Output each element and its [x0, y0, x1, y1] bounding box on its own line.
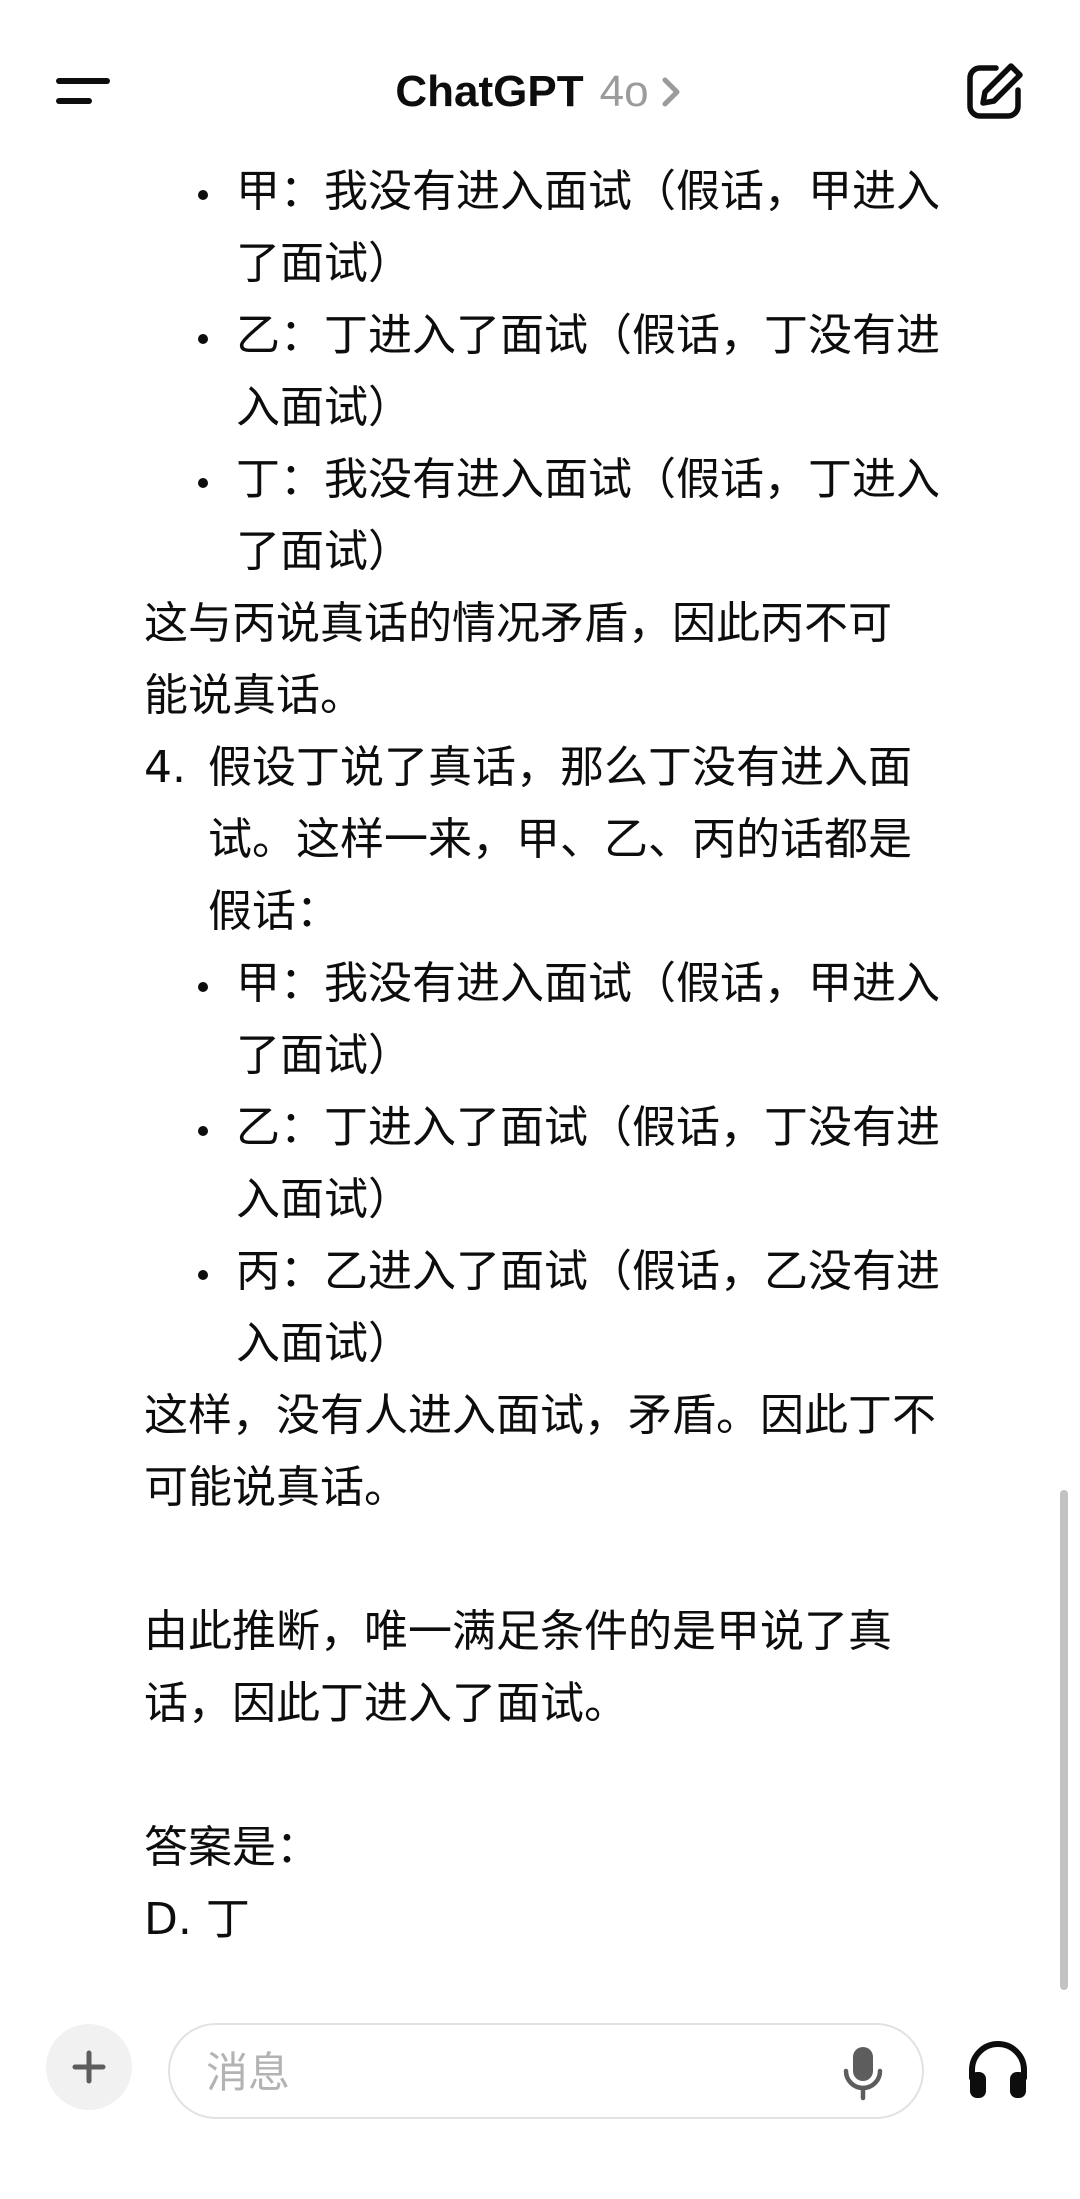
- message-line: 甲：我没有进入面试（假话，甲进入: [236, 958, 940, 1009]
- plus-icon: [72, 2050, 106, 2084]
- chevron-right-icon: [662, 77, 680, 107]
- message-line: 这与丙说真话的情况矛盾，因此丙不可: [144, 598, 892, 649]
- message-line: 能说真话。: [144, 670, 364, 721]
- message-line: 了面试）: [236, 238, 412, 289]
- message-line: 话，因此丁进入了面试。: [144, 1678, 628, 1729]
- bullet: [198, 334, 208, 344]
- compose-icon[interactable]: [964, 60, 1026, 122]
- scrollbar[interactable]: [1060, 1490, 1068, 1990]
- add-attachment-button[interactable]: [46, 2024, 132, 2110]
- message-line: 假话：: [208, 886, 340, 937]
- answer-line: D. 丁: [144, 1894, 250, 1945]
- message-line: 乙：丁进入了面试（假话，丁没有进: [236, 310, 940, 361]
- message-input[interactable]: [204, 2039, 828, 2105]
- headphones-icon[interactable]: [966, 2038, 1030, 2100]
- message-line: 甲：我没有进入面试（假话，甲进入: [236, 166, 940, 217]
- bullet: [198, 982, 208, 992]
- message-line: 了面试）: [236, 526, 412, 577]
- message-line: 答案是：: [144, 1822, 320, 1873]
- microphone-icon[interactable]: [840, 2043, 886, 2103]
- model-name: 4o: [599, 67, 649, 116]
- message-line: 乙：丁进入了面试（假话，丁没有进: [236, 1102, 940, 1153]
- bullet: [198, 1126, 208, 1136]
- message-line: 了面试）: [236, 1030, 412, 1081]
- chat-screen: 甲：我没有进入面试（假话，甲进入 了面试） 乙：丁进入了面试（假话，丁没有进 入…: [0, 0, 1080, 2199]
- top-bar: ChatGPT 4o: [0, 0, 1080, 165]
- model-selector[interactable]: ChatGPT 4o: [0, 62, 1080, 122]
- message-line: 丙：乙进入了面试（假话，乙没有进: [236, 1246, 940, 1297]
- message-line: 可能说真话。: [144, 1462, 408, 1513]
- message-line: 入面试）: [236, 1318, 412, 1369]
- message-input-box[interactable]: [168, 2023, 924, 2119]
- bullet: [198, 190, 208, 200]
- message-line: 入面试）: [236, 1174, 412, 1225]
- app-title: ChatGPT: [395, 67, 584, 116]
- bullet: [198, 1270, 208, 1280]
- message-line: 由此推断，唯一满足条件的是甲说了真: [144, 1606, 892, 1657]
- message-line: 假设丁说了真话，那么丁没有进入面: [208, 742, 912, 793]
- message-line: 入面试）: [236, 382, 412, 433]
- list-number: 4.: [144, 742, 186, 793]
- message-line: 试。这样一来，甲、乙、丙的话都是: [208, 814, 912, 865]
- message-line: 丁：我没有进入面试（假话，丁进入: [236, 454, 940, 505]
- assistant-message: 甲：我没有进入面试（假话，甲进入 了面试） 乙：丁进入了面试（假话，丁没有进 入…: [0, 0, 1080, 2000]
- message-line: 这样，没有人进入面试，矛盾。因此丁不: [144, 1390, 936, 1441]
- bullet: [198, 478, 208, 488]
